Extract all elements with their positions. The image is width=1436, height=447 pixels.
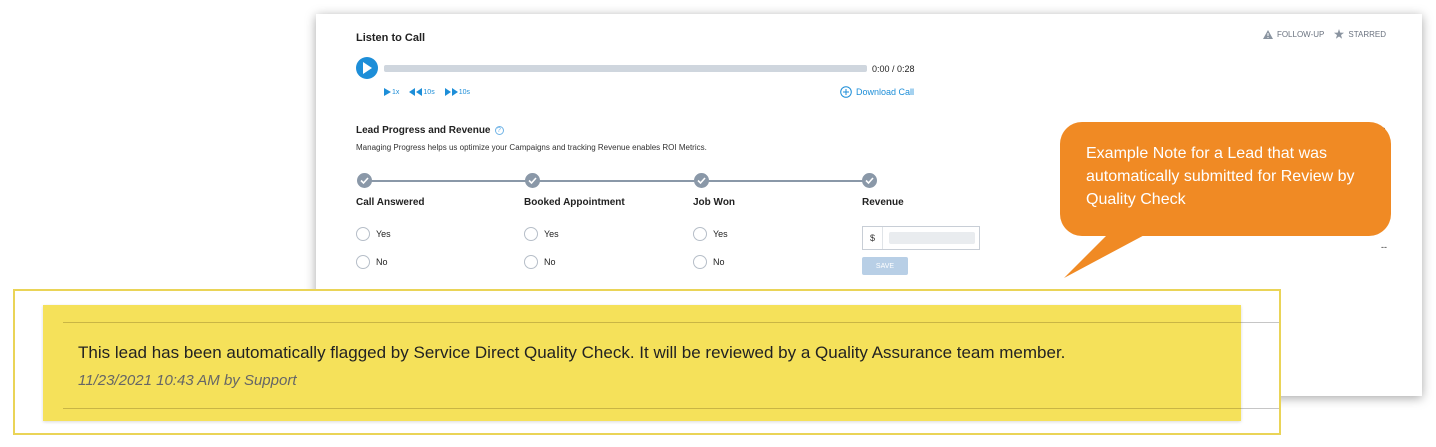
check-icon [865,177,874,185]
follow-up-label: FOLLOW-UP [1276,29,1325,39]
step-label-call-answered: Call Answered [356,197,425,208]
radio-label: Yes [376,229,391,239]
starred-flag[interactable]: STARRED [1334,29,1386,39]
job-won-yes-radio[interactable]: Yes [693,227,728,241]
plus-circle-icon [840,86,852,98]
job-won-no-radio[interactable]: No [693,255,725,269]
play-icon [363,62,372,74]
note-text: This lead has been automatically flagged… [78,343,1066,362]
radio-circle[interactable] [356,255,370,269]
playback-controls: 1x 10s 10s [384,88,470,96]
progress-track [371,180,869,182]
audio-time: 0:00 / 0:28 [872,64,915,74]
lead-progress-subtitle: Managing Progress helps us optimize your… [356,143,707,152]
help-icon[interactable]: ? [494,126,504,135]
callout-tail [1064,232,1150,278]
revenue-input[interactable]: $ [862,226,980,250]
star-icon [1334,29,1345,39]
rewind-label: 10s [423,88,435,96]
rewind-button[interactable]: 10s [409,88,435,96]
note-bottom-rule [63,408,1241,409]
lead-progress-heading: Lead Progress and Revenue [356,125,491,136]
download-call-label: Download Call [856,87,915,97]
starred-label: STARRED [1348,29,1386,39]
save-revenue-button[interactable]: SAVE [862,257,908,275]
step-check-revenue [862,173,877,188]
forward-label: 10s [458,88,470,96]
radio-circle[interactable] [524,255,538,269]
check-icon [360,177,369,185]
radio-circle[interactable] [693,255,707,269]
rewind-icon [409,88,423,96]
forward-button[interactable]: 10s [444,88,470,96]
booked-appointment-no-radio[interactable]: No [524,255,556,269]
play-button[interactable] [356,57,378,79]
radio-label: No [713,257,725,267]
step-check-job-won [694,173,709,188]
follow-up-flag[interactable]: FOLLOW-UP [1262,29,1325,39]
fast-forward-icon [444,88,458,96]
radio-circle[interactable] [356,227,370,241]
revenue-value-blurred [889,232,975,244]
radio-circle[interactable] [693,227,707,241]
booked-appointment-yes-radio[interactable]: Yes [524,227,559,241]
step-label-revenue: Revenue [862,197,904,208]
lead-note: This lead has been automatically flagged… [43,305,1241,421]
step-label-job-won: Job Won [693,197,736,208]
speed-label: 1x [392,88,400,96]
speed-button[interactable]: 1x [384,88,399,96]
check-icon [528,177,537,185]
step-label-booked-appointment: Booked Appointment [524,197,625,208]
callout-text: Example Note for a Lead that was automat… [1086,145,1355,208]
note-top-rule [63,322,1241,323]
step-check-call-answered [357,173,372,188]
audio-progress-bar[interactable] [384,65,867,72]
download-call-link[interactable]: Download Call [840,86,914,98]
call-answered-no-radio[interactable]: No [356,255,388,269]
radio-circle[interactable] [524,227,538,241]
check-icon [697,177,706,185]
listen-to-call-title: Listen to Call [356,32,426,44]
radio-label: Yes [713,229,728,239]
note-meta: 11/23/2021 10:43 AM by Support [78,372,297,389]
lead-progress-title: Lead Progress and Revenue ? [356,125,504,136]
radio-label: No [544,257,556,267]
step-check-booked-appointment [525,173,540,188]
callout-bubble: Example Note for a Lead that was automat… [1060,122,1391,236]
currency-symbol: $ [863,227,883,249]
warning-icon [1262,29,1273,39]
call-answered-yes-radio[interactable]: Yes [356,227,391,241]
note-rule-extension [1241,322,1279,323]
lead-flags: FOLLOW-UP STARRED [1262,29,1386,39]
play-small-icon [384,88,391,96]
right-panel-value-fragment: -- [1381,242,1387,252]
radio-label: Yes [544,229,559,239]
note-rule-extension [1241,408,1279,409]
radio-label: No [376,257,388,267]
